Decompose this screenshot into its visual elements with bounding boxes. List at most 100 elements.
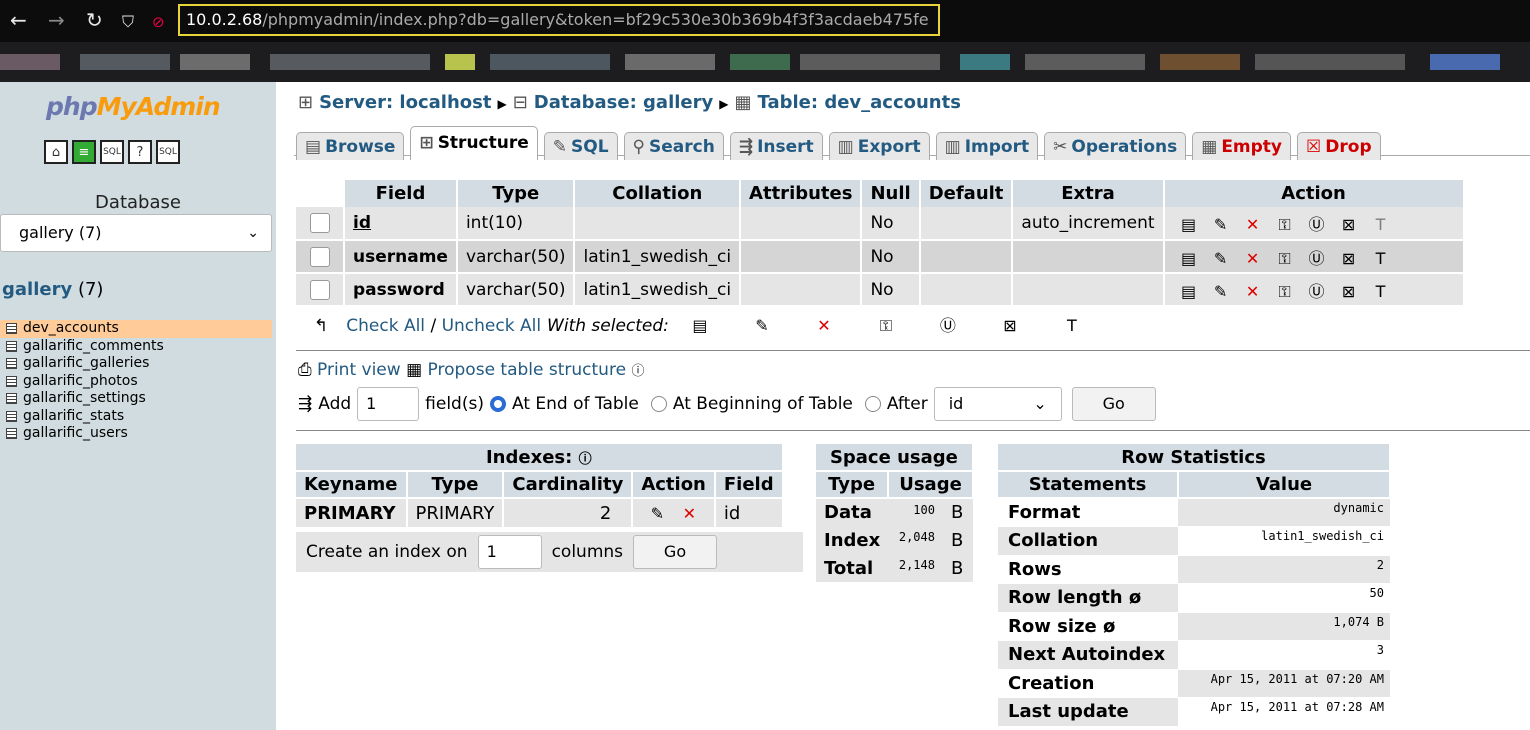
shield-icon[interactable]: ⛉ [122, 10, 134, 34]
browse-values-icon[interactable]: ▤ [1179, 282, 1199, 301]
edit-icon[interactable]: ✎ [1211, 282, 1231, 301]
delete-icon[interactable]: ✕ [1243, 249, 1263, 268]
idx-header-type: Type [406, 471, 505, 499]
field-extra [1012, 240, 1165, 274]
breadcrumb-table[interactable]: Table: dev_accounts [757, 92, 960, 113]
tab-structure[interactable]: ⊞ Structure [410, 126, 538, 160]
row-checkbox[interactable] [309, 213, 330, 233]
index-icon[interactable]: ⊠ [1339, 215, 1359, 234]
check-all-link[interactable]: Check All [346, 316, 425, 336]
row-checkbox[interactable] [309, 279, 330, 300]
browse-values-icon[interactable]: ▤ [1179, 215, 1199, 234]
docs-icon[interactable]: ? [128, 140, 152, 164]
tab-export[interactable]: ▥ Export [828, 132, 930, 160]
help-icon[interactable]: ⓘ [631, 364, 644, 379]
index-icon[interactable]: ⊠ [1339, 282, 1359, 301]
table-row: Last update Apr 15, 2011 at 07:28 AM [998, 697, 1390, 727]
tab-search[interactable]: ⚲ Search [623, 132, 724, 160]
unique-icon[interactable]: Ⓤ [1307, 245, 1327, 269]
index-icon[interactable]: ⊠ [1339, 249, 1359, 268]
add-label: Add [318, 394, 352, 414]
edit-icon[interactable]: ✎ [647, 504, 667, 523]
help-icon[interactable]: ⓘ [579, 452, 592, 467]
create-index-go-button[interactable]: Go [633, 535, 718, 569]
edit-icon[interactable]: ✎ [752, 316, 772, 335]
table-list-item[interactable]: gallarific_photos [0, 373, 276, 391]
unique-icon[interactable]: Ⓤ [938, 312, 958, 336]
table-list-item[interactable]: gallarific_galleries [0, 355, 276, 373]
reload-icon[interactable]: ↻ [86, 8, 103, 32]
tab-browse[interactable]: ▤ Browse [296, 132, 405, 160]
delete-icon[interactable]: ✕ [1243, 282, 1263, 301]
tab-label: Insert [757, 137, 814, 157]
at-beginning-radio[interactable] [650, 396, 667, 412]
breadcrumb-database[interactable]: Database: gallery [534, 92, 713, 113]
drop-icon: ☒ [1306, 137, 1322, 157]
tab-empty[interactable]: ▦ Empty [1192, 132, 1292, 160]
primary-key-icon[interactable]: ⚿ [1275, 215, 1295, 235]
propose-structure-link[interactable]: Propose table structure [428, 360, 627, 380]
table-name: gallarific_galleries [23, 355, 150, 371]
edit-icon[interactable]: ✎ [1211, 215, 1231, 234]
browse-values-icon[interactable]: ▤ [690, 316, 710, 335]
table-list-item[interactable]: gallarific_stats [0, 408, 276, 426]
database-icon: ⊟ [512, 92, 528, 113]
fulltext-icon[interactable]: T [1371, 249, 1391, 268]
unique-icon[interactable]: Ⓤ [1307, 278, 1327, 302]
breadcrumb: ⊞ Server: localhost ▶ ⊟ Database: gallery ▶ ▦ T… [298, 92, 961, 113]
browse-values-icon[interactable]: ▤ [1179, 249, 1199, 268]
tab-operations[interactable]: ✂ Operations [1044, 132, 1187, 160]
primary-key-icon[interactable]: ⚿ [1275, 249, 1295, 269]
fulltext-icon[interactable]: T [1371, 215, 1391, 234]
server-icon: ⊞ [298, 92, 314, 113]
idx-keyname: PRIMARY [296, 498, 408, 527]
index-columns-input[interactable]: 1 [477, 535, 542, 569]
unique-icon[interactable]: Ⓤ [1307, 211, 1327, 235]
field-count-input[interactable]: 1 [357, 387, 420, 421]
field-attributes [740, 273, 863, 307]
tab-sql[interactable]: ✎ SQL [543, 132, 618, 160]
print-view-link[interactable]: Print view [317, 360, 401, 380]
home-icon[interactable]: ⌂ [44, 140, 68, 164]
sql-docs-icon[interactable]: SQL [156, 140, 180, 164]
add-go-button[interactable]: Go [1071, 387, 1156, 421]
tab-import[interactable]: ▥ Import [935, 132, 1039, 160]
forward-icon[interactable]: → [48, 8, 65, 32]
database-select[interactable]: gallery (7) ⌄ [0, 214, 272, 252]
tab-label: Search [649, 137, 715, 157]
uncheck-all-link[interactable]: Uncheck All [442, 316, 541, 336]
back-icon[interactable]: ← [10, 8, 27, 32]
after-field-select[interactable]: id ⌄ [933, 387, 1062, 421]
table-list-item[interactable]: gallarific_comments [0, 338, 276, 356]
primary-key-icon[interactable]: ⚿ [876, 316, 896, 336]
row-stats-header-value: Value [1178, 471, 1391, 499]
database-label: Database [95, 192, 181, 213]
fulltext-icon[interactable]: T [1371, 282, 1391, 301]
phpmyadmin-logo[interactable]: phpMyAdmin [46, 92, 221, 121]
row-stats-title: Row Statistics [998, 444, 1391, 472]
index-icon[interactable]: ⊠ [1000, 316, 1020, 335]
delete-icon[interactable]: ✕ [814, 316, 834, 335]
tab-insert[interactable]: ⇶ Insert [729, 132, 823, 160]
tab-label: Structure [437, 133, 529, 153]
table-list-item[interactable]: dev_accounts [0, 320, 272, 338]
table-row: Next Autoindex 3 [998, 640, 1390, 670]
table-list-item[interactable]: gallarific_settings [0, 390, 276, 408]
database-link[interactable]: gallery [2, 279, 72, 300]
row-checkbox[interactable] [309, 246, 330, 267]
query-icon[interactable]: ≡ [72, 140, 96, 164]
after-radio[interactable] [864, 396, 881, 412]
edit-icon[interactable]: ✎ [1211, 249, 1231, 268]
sql-window-icon[interactable]: SQL [100, 140, 124, 164]
fulltext-icon[interactable]: T [1062, 316, 1082, 335]
delete-icon[interactable]: ✕ [679, 504, 699, 523]
delete-icon[interactable]: ✕ [1243, 215, 1263, 234]
breadcrumb-server[interactable]: Server: localhost [319, 92, 491, 113]
at-end-radio[interactable] [489, 396, 506, 412]
url-bar[interactable]: 10.0.2.68/phpmyadmin/index.php?db=galler… [178, 4, 940, 36]
row-checkbox-cell [296, 240, 345, 274]
table-list-item[interactable]: gallarific_users [0, 425, 276, 443]
primary-key-icon[interactable]: ⚿ [1275, 282, 1295, 302]
tab-drop[interactable]: ☒ Drop [1297, 132, 1381, 160]
stat-label: Format [998, 498, 1178, 527]
